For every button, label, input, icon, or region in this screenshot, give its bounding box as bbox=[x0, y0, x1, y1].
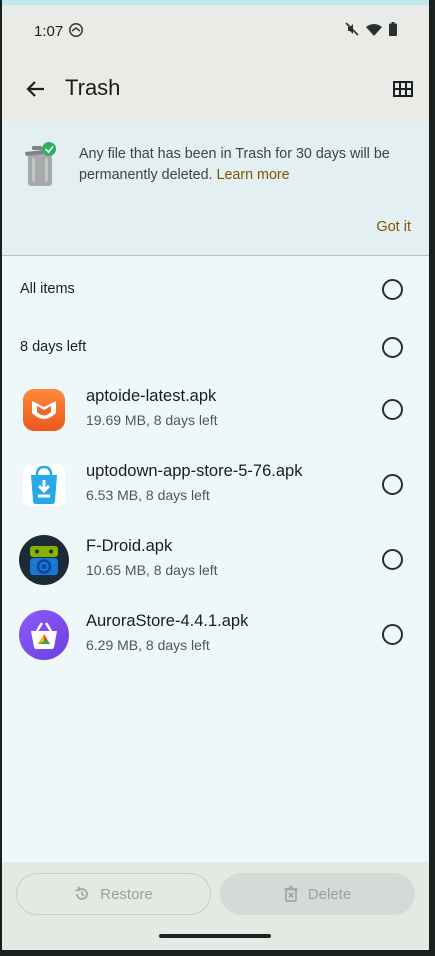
group-label: 8 days left bbox=[20, 339, 87, 355]
file-row[interactable]: uptodown-app-store-5-76.apk 6.53 MB, 8 d… bbox=[2, 450, 429, 520]
aptoide-icon bbox=[23, 389, 65, 431]
file-radio[interactable] bbox=[382, 549, 403, 570]
file-row[interactable]: AuroraStore-4.4.1.apk 6.29 MB, 8 days le… bbox=[2, 600, 429, 670]
delete-label: Delete bbox=[307, 885, 352, 903]
page-title: Trash bbox=[65, 75, 121, 100]
wifi-icon bbox=[366, 23, 382, 36]
mute-icon bbox=[345, 22, 359, 36]
home-indicator[interactable] bbox=[159, 934, 271, 938]
all-items-label: All items bbox=[20, 281, 75, 297]
grid-icon bbox=[393, 81, 413, 97]
restore-button[interactable]: Restore bbox=[16, 873, 211, 915]
app-header: 1:07 Trash bbox=[2, 5, 429, 122]
file-name: uptodown-app-store-5-76.apk bbox=[86, 462, 303, 480]
fdroid-icon bbox=[19, 535, 69, 585]
uptodown-icon bbox=[23, 464, 65, 506]
file-row[interactable]: aptoide-latest.apk 19.69 MB, 8 days left bbox=[2, 375, 429, 445]
info-banner bbox=[2, 122, 429, 255]
trash-can-icon bbox=[25, 142, 56, 186]
file-name: F-Droid.apk bbox=[86, 537, 173, 555]
delete-forever-icon bbox=[284, 886, 298, 902]
restore-label: Restore bbox=[100, 885, 153, 903]
phone-screen: 1:07 Trash Any file that has been in Tra… bbox=[2, 0, 429, 950]
divider bbox=[2, 255, 429, 256]
got-it-button[interactable]: Got it bbox=[376, 219, 411, 235]
file-name: AuroraStore-4.4.1.apk bbox=[86, 612, 249, 630]
back-button[interactable] bbox=[20, 73, 52, 105]
status-icons bbox=[345, 22, 397, 36]
banner-message: Any file that has been in Trash for 30 d… bbox=[79, 144, 409, 186]
sync-icon bbox=[69, 23, 83, 37]
group-radio[interactable] bbox=[382, 337, 403, 358]
file-name: aptoide-latest.apk bbox=[86, 387, 217, 405]
file-meta: 6.29 MB, 8 days left bbox=[86, 637, 210, 653]
file-row[interactable]: F-Droid.apk 10.65 MB, 8 days left bbox=[2, 525, 429, 595]
file-meta: 10.65 MB, 8 days left bbox=[86, 562, 218, 578]
file-meta: 19.69 MB, 8 days left bbox=[86, 412, 218, 428]
battery-icon bbox=[389, 22, 397, 36]
status-time: 1:07 bbox=[34, 23, 64, 40]
file-meta: 6.53 MB, 8 days left bbox=[86, 487, 210, 503]
restore-icon bbox=[75, 886, 89, 900]
file-radio[interactable] bbox=[382, 624, 403, 645]
aurora-store-icon bbox=[19, 610, 69, 660]
delete-button[interactable]: Delete bbox=[220, 873, 415, 915]
arrow-left-icon bbox=[26, 81, 44, 97]
all-items-radio[interactable] bbox=[382, 279, 403, 300]
grid-view-button[interactable] bbox=[389, 75, 417, 103]
file-radio[interactable] bbox=[382, 399, 403, 420]
learn-more-link[interactable]: Learn more bbox=[217, 167, 290, 183]
file-radio[interactable] bbox=[382, 474, 403, 495]
